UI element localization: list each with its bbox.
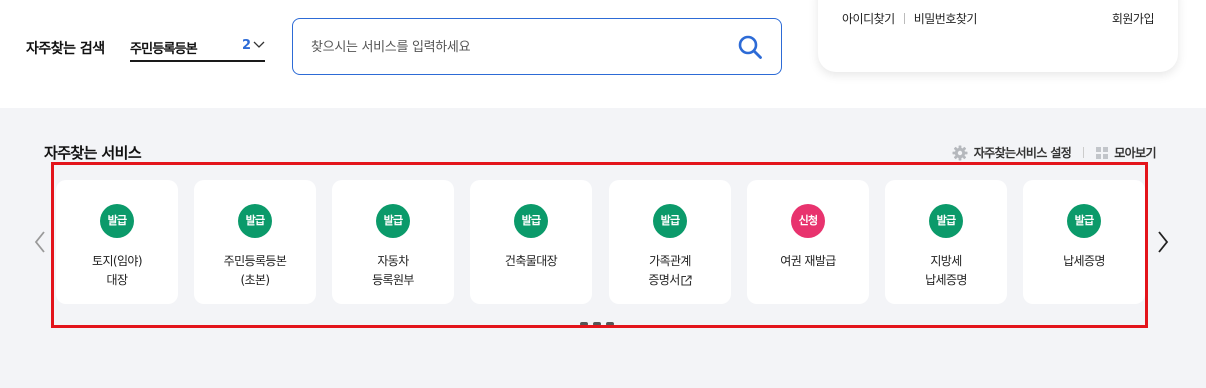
- status-badge: 발급: [376, 204, 410, 238]
- status-badge: 발급: [100, 204, 134, 238]
- external-link-icon: [681, 275, 692, 286]
- service-label: 자동차 등록원부: [336, 252, 450, 290]
- status-badge: 발급: [1067, 204, 1101, 238]
- search-input[interactable]: [311, 33, 711, 61]
- service-label-line2: 대장: [106, 273, 128, 287]
- services-carousel: 발급 토지(임야) 대장 발급 주민등록등본 (초본) 발급 자동차 등록원부 …: [56, 180, 1146, 304]
- frequent-search-selected-value: 주민등록등본: [130, 42, 198, 57]
- service-label-line2: 납세증명: [925, 273, 967, 287]
- top-search-area: 자주찾는 검색 주민등록등본 2 아이디찾기 비밀번호찾기 회원가입: [0, 0, 1206, 108]
- grid-icon: [1096, 146, 1109, 159]
- chevron-left-icon[interactable]: [33, 230, 47, 254]
- service-label-line1: 자동차: [377, 254, 409, 268]
- service-label: 가족관계 증명서: [613, 252, 727, 290]
- search-icon[interactable]: [737, 34, 763, 60]
- service-card-building-register[interactable]: 발급 건축물대장: [470, 180, 592, 304]
- service-label-line1: 납세증명: [1063, 254, 1105, 268]
- service-card-vehicle-registration[interactable]: 발급 자동차 등록원부: [332, 180, 454, 304]
- favorites-settings-label: 자주찾는서비스 설정: [973, 146, 1072, 160]
- service-label-line1: 토지(임야): [92, 254, 143, 268]
- chevron-down-icon: [253, 41, 265, 48]
- service-label-line1: 가족관계: [649, 254, 691, 268]
- view-all-button[interactable]: 모아보기: [1096, 144, 1157, 161]
- divider: [903, 13, 905, 24]
- status-badge: 발급: [929, 204, 963, 238]
- frequent-search-select[interactable]: 주민등록등본 2: [130, 36, 265, 62]
- section-tools: 자주찾는서비스 설정 모아보기: [952, 144, 1157, 161]
- gear-icon: [952, 145, 968, 160]
- view-all-label: 모아보기: [1114, 146, 1156, 160]
- service-card-resident-registration[interactable]: 발급 주민등록등본 (초본): [194, 180, 316, 304]
- service-card-passport-reissue[interactable]: 신청 여권 재발급: [747, 180, 869, 304]
- service-card-land-register[interactable]: 발급 토지(임야) 대장: [56, 180, 178, 304]
- find-id-link[interactable]: 아이디찾기: [842, 12, 895, 26]
- status-badge: 발급: [653, 204, 687, 238]
- status-badge: 발급: [238, 204, 272, 238]
- account-links: 아이디찾기 비밀번호찾기: [842, 10, 977, 27]
- service-label-line2: (초본): [240, 273, 270, 287]
- login-card: 아이디찾기 비밀번호찾기 회원가입: [818, 0, 1178, 72]
- find-password-link[interactable]: 비밀번호찾기: [914, 12, 978, 26]
- divider: [1083, 147, 1085, 158]
- service-label: 납세증명: [1027, 252, 1141, 271]
- section-title: 자주찾는 서비스: [44, 144, 142, 162]
- carousel-pagination: [580, 322, 624, 328]
- search-box: [292, 18, 782, 75]
- service-card-family-certificate[interactable]: 발급 가족관계 증명서: [609, 180, 731, 304]
- status-badge: 신청: [791, 204, 825, 238]
- service-label-line1: 주민등록등본: [223, 254, 287, 268]
- join-link[interactable]: 회원가입: [1112, 10, 1155, 27]
- service-label-line1: 건축물대장: [504, 254, 558, 268]
- service-label: 여권 재발급: [751, 252, 865, 271]
- service-label-line1: 지방세: [930, 254, 962, 268]
- frequent-search-count: 2: [241, 38, 251, 53]
- frequent-search-label: 자주찾는 검색: [26, 41, 105, 57]
- chevron-right-icon[interactable]: [1156, 230, 1170, 254]
- service-label-line2: 등록원부: [372, 273, 414, 287]
- service-label-line1: 여권 재발급: [780, 254, 836, 268]
- service-card-tax-certificate[interactable]: 발급 납세증명: [1023, 180, 1145, 304]
- service-label-line2-wrap: 증명서: [613, 271, 727, 290]
- service-label: 지방세 납세증명: [889, 252, 1003, 290]
- service-label: 건축물대장: [474, 252, 588, 271]
- service-label: 토지(임야) 대장: [60, 252, 174, 290]
- service-card-local-tax-certificate[interactable]: 발급 지방세 납세증명: [885, 180, 1007, 304]
- pagination-dot[interactable]: [606, 322, 614, 326]
- pagination-dot[interactable]: [580, 322, 588, 326]
- pagination-dot[interactable]: [593, 322, 601, 326]
- frequent-services-section: 자주찾는 서비스 자주찾는서비스 설정 모아보기 발급 토지(임야) 대장 발급…: [0, 108, 1206, 388]
- favorites-settings-button[interactable]: 자주찾는서비스 설정: [952, 144, 1072, 161]
- status-badge: 발급: [514, 204, 548, 238]
- service-label: 주민등록등본 (초본): [198, 252, 312, 290]
- service-label-line2: 증명서: [648, 273, 680, 287]
